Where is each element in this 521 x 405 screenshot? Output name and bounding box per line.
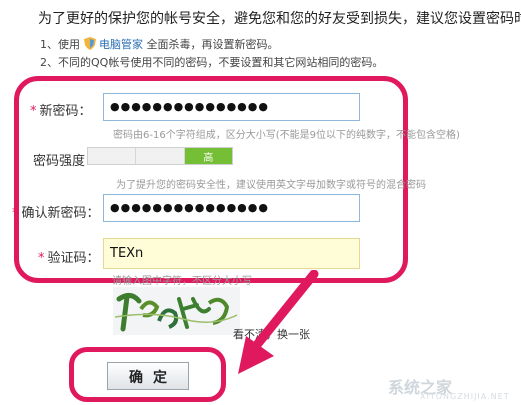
strength-meter: 高 (87, 147, 233, 165)
confirm-button[interactable]: 确定 (107, 362, 189, 390)
confirm-password-input[interactable]: ●●●●●●●●●●●●●●● (103, 194, 360, 222)
captcha-input[interactable]: TEXn (103, 238, 360, 269)
tip-antivirus: 1、使用 电脑管家 全面杀毒，再设置新密码。 (40, 36, 279, 53)
strength-segment-low (88, 148, 137, 164)
captcha-label-text: 验证码： (47, 251, 100, 266)
strength-segment-high: 高 (184, 148, 232, 164)
tip-antivirus-prefix: 1、使用 (40, 38, 80, 51)
pointer-arrow-icon (230, 269, 320, 384)
strength-level-text: 高 (203, 152, 214, 164)
new-password-input[interactable]: ●●●●●●●●●●●●●●● (103, 93, 360, 121)
new-password-label-text: 新密码： (39, 104, 92, 119)
required-mark: * (38, 251, 45, 266)
required-mark: * (30, 104, 37, 119)
strength-segment-medium (136, 148, 185, 164)
tip-antivirus-suffix: 全面杀毒，再设置新密码。 (146, 38, 279, 51)
captcha-label: * 验证码： (38, 247, 100, 266)
confirm-password-label: * 确认新密码： (12, 202, 100, 221)
strength-hint: 为了提升您的密码安全性，建议使用英文字母加数字或符号的混合密码 (116, 180, 426, 191)
new-password-label: * 新密码： (30, 100, 92, 119)
new-password-hint: 密码由6-16个字符组成，区分大小写(不能是9位以下的纯数字，不能包含空格) (113, 130, 460, 141)
watermark-url: XITONGZHIJIA.NET (420, 392, 510, 401)
tip-unique-password: 2、不同的QQ帐号使用不同的密码，不要设置和其它网站相同的密码。 (40, 56, 384, 69)
confirm-password-label-text: 确认新密码： (21, 206, 100, 221)
intro-text: 为了更好的保护您的帐号安全，避免您和您的好友受到损失，建议您设置密码时： (38, 11, 521, 27)
shield-icon (83, 37, 96, 53)
captcha-image[interactable] (113, 287, 240, 335)
required-mark: * (12, 206, 19, 221)
pc-manager-link[interactable]: 电脑管家 (99, 38, 143, 51)
